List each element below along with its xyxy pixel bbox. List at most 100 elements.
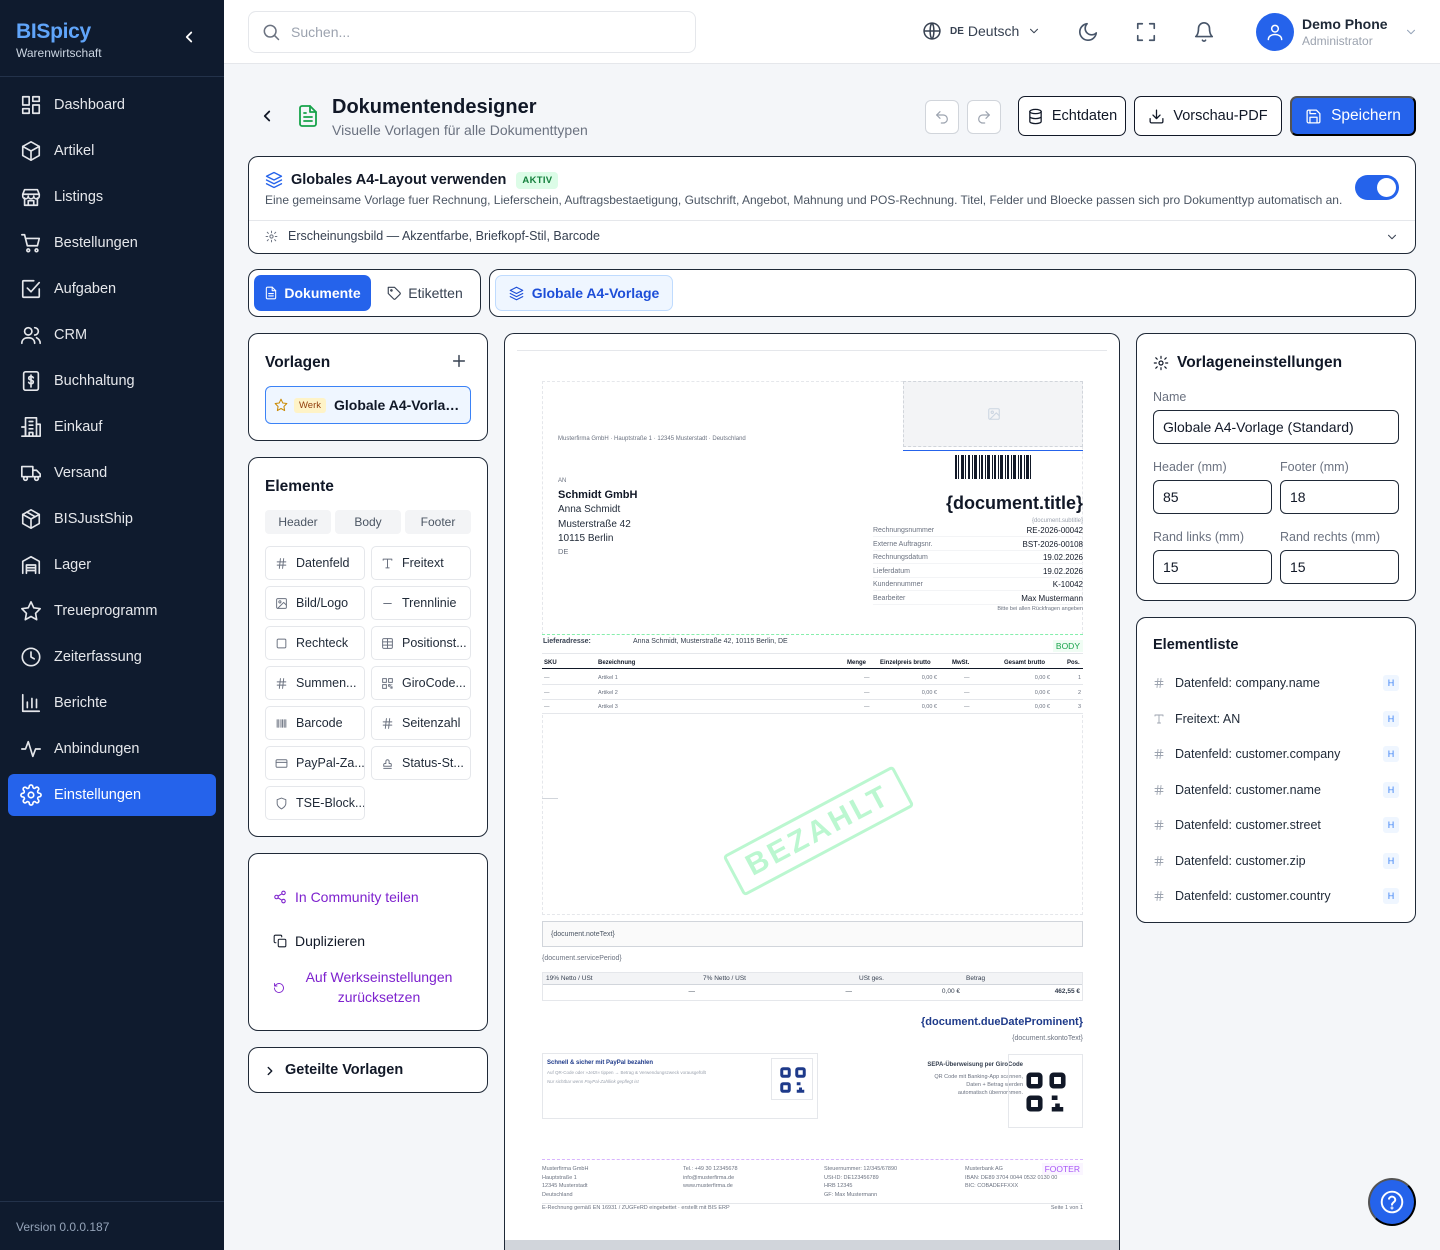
element-status-stempel[interactable]: Status-St... — [371, 746, 471, 780]
table-row[interactable]: — Artikel 1 — 0,00 € — 0,00 € 1 — [542, 671, 1083, 685]
save-button[interactable]: Speichern — [1290, 96, 1416, 136]
element-list-item[interactable]: Freitext: AN H — [1153, 706, 1399, 732]
sidebar-item-versand[interactable]: Versand — [8, 452, 216, 494]
dark-mode-icon[interactable] — [1077, 21, 1099, 43]
reset-icon[interactable] — [273, 982, 285, 994]
plus-icon[interactable] — [451, 353, 467, 369]
sidebar-item-dashboard[interactable]: Dashboard — [8, 84, 216, 126]
sidebar-item-artikel[interactable]: Artikel — [8, 130, 216, 172]
element-rechteck[interactable]: Rechteck — [265, 626, 365, 660]
element-freitext[interactable]: Freitext — [371, 546, 471, 580]
note-field[interactable]: {document.noteText} — [542, 921, 1083, 947]
sidebar-item-listings[interactable]: Listings — [8, 176, 216, 218]
header-mm-input[interactable]: 85 — [1153, 480, 1272, 514]
element-summen[interactable]: Summen... — [265, 666, 365, 700]
table-row[interactable]: — Artikel 3 — 0,00 € — 0,00 € 3 — [542, 700, 1083, 714]
sidebar-item-bisjustship[interactable]: BISJustShip — [8, 498, 216, 540]
sidebar-item-zeiterfassung[interactable]: Zeiterfassung — [8, 636, 216, 678]
sidebar-item-einkauf[interactable]: Einkauf — [8, 406, 216, 448]
brand[interactable]: BISpicy Warenwirtschaft — [16, 20, 102, 60]
element-bild-logo[interactable]: Bild/Logo — [265, 586, 365, 620]
hash-icon — [381, 717, 394, 730]
document-canvas[interactable]: Musterfirma GmbH · Hauptstraße 1 · 12345… — [504, 333, 1120, 1250]
logo-placeholder[interactable] — [903, 381, 1083, 447]
language-select[interactable]: DE Deutsch — [922, 21, 1041, 41]
element-datenfeld[interactable]: Datenfeld — [265, 546, 365, 580]
clock-icon — [20, 646, 42, 668]
sidebar-item-aufgaben[interactable]: Aufgaben — [8, 268, 216, 310]
element-list-item[interactable]: Datenfeld: customer.street H — [1153, 812, 1399, 838]
sidebar-item-berichte[interactable]: Berichte — [8, 682, 216, 724]
footer-line: Steuernummer: 12/345/67890 — [824, 1166, 898, 1172]
paypal-block[interactable]: Schnell & sicher mit PayPal bezahlen Auf… — [542, 1053, 818, 1119]
actions-card: In Community teilen Duplizieren Auf Werk… — [248, 853, 488, 1031]
collapse-sidebar-icon[interactable] — [180, 28, 198, 46]
shared-templates-toggle[interactable]: Geteilte Vorlagen — [248, 1047, 488, 1093]
undo-button[interactable] — [925, 100, 959, 134]
duplicate-button[interactable]: Duplizieren — [273, 933, 365, 949]
margin-left-input[interactable]: 15 — [1153, 550, 1272, 584]
reset-defaults-button[interactable]: Auf Werkseinstellungen zurücksetzen — [299, 967, 459, 1007]
segment-body[interactable]: Body — [335, 510, 401, 534]
footer-mm-input[interactable]: 18 — [1280, 480, 1399, 514]
element-girocode[interactable]: GiroCode... — [371, 666, 471, 700]
chevron-down-icon — [1027, 24, 1041, 38]
tab-documents[interactable]: Dokumente — [254, 275, 371, 311]
copy-icon — [273, 934, 287, 948]
margin-right-input[interactable]: 15 — [1280, 550, 1399, 584]
segment-footer[interactable]: Footer — [405, 510, 471, 534]
template-item[interactable]: Werk Globale A4-Vorlage (Standard) — [265, 386, 471, 424]
help-button[interactable] — [1368, 1178, 1416, 1226]
preview-pdf-button[interactable]: Vorschau-PDF — [1134, 96, 1282, 136]
sidebar-item-buchhaltung[interactable]: Buchhaltung — [8, 360, 216, 402]
element-trennlinie[interactable]: Trennlinie — [371, 586, 471, 620]
element-list-item[interactable]: Datenfeld: customer.zip H — [1153, 848, 1399, 874]
template-name-input[interactable]: Globale A4-Vorlage (Standard) — [1153, 410, 1399, 444]
users-icon — [20, 324, 42, 346]
tab-labels[interactable]: Etiketten — [375, 275, 475, 311]
element-list-card: Elementliste Datenfeld: company.name H Fre… — [1136, 617, 1416, 923]
chevron-right-icon — [263, 1064, 277, 1078]
user-menu[interactable]: Demo Phone Administrator — [1256, 13, 1418, 51]
sidebar-item-lager[interactable]: Lager — [8, 544, 216, 586]
sidebar-item-bestellungen[interactable]: Bestellungen — [8, 222, 216, 264]
undo-icon — [936, 111, 948, 124]
bell-icon[interactable] — [1193, 21, 1215, 43]
element-list-item[interactable]: Datenfeld: company.name H — [1153, 670, 1399, 696]
sidebar-item-treueprogramm[interactable]: Treueprogramm — [8, 590, 216, 632]
girocode-qr[interactable] — [1008, 1054, 1083, 1128]
sidebar-item-label: Dashboard — [54, 97, 125, 113]
redo-button[interactable] — [967, 100, 1001, 134]
service-period: {document.servicePeriod} — [542, 955, 622, 962]
fullscreen-icon[interactable] — [1135, 21, 1157, 43]
activity-icon — [20, 738, 42, 760]
element-paypal[interactable]: PayPal-Za... — [265, 746, 365, 780]
sidebar-item-crm[interactable]: CRM — [8, 314, 216, 356]
element-barcode[interactable]: Barcode — [265, 706, 365, 740]
global-layout-toggle[interactable] — [1355, 175, 1399, 200]
zone-tag: H — [1383, 746, 1399, 762]
positions-table-head: SKU Bezeichnung Menge Einzelpreis brutto… — [542, 657, 1083, 669]
echtdaten-button[interactable]: Echtdaten — [1018, 96, 1126, 136]
meta-key: Bearbeiter — [873, 594, 906, 602]
element-tse-block[interactable]: TSE-Block... — [265, 786, 365, 820]
avatar — [1256, 13, 1294, 51]
element-list-item[interactable]: Datenfeld: customer.name H — [1153, 777, 1399, 803]
table-row[interactable]: — Artikel 2 — 0,00 € — 0,00 € 2 — [542, 686, 1083, 700]
share-community-button[interactable]: In Community teilen — [273, 889, 419, 905]
segment-header[interactable]: Header — [265, 510, 331, 534]
appearance-accordion[interactable]: Erscheinungsbild — Akzentfarbe, Briefkop… — [265, 229, 600, 243]
zone-tag: H — [1383, 710, 1399, 727]
tab-global-template[interactable]: Globale A4-Vorlage — [495, 275, 673, 311]
element-list-item[interactable]: Datenfeld: customer.country H — [1153, 883, 1399, 909]
chevron-down-icon[interactable] — [1385, 230, 1399, 244]
sidebar-item-anbindungen[interactable]: Anbindungen — [8, 728, 216, 770]
table-cell-total: 0,00 € — [1034, 704, 1050, 710]
element-list-item[interactable]: Datenfeld: customer.company H — [1153, 741, 1399, 767]
sidebar-item-einstellungen[interactable]: Einstellungen — [8, 774, 216, 816]
search-input[interactable]: Suchen... — [248, 11, 696, 53]
element-seitenzahl[interactable]: Seitenzahl — [371, 706, 471, 740]
back-icon[interactable] — [258, 107, 276, 125]
element-positionstabelle[interactable]: Positionst... — [371, 626, 471, 660]
settings-title: Vorlageneinstellungen — [1177, 354, 1343, 371]
